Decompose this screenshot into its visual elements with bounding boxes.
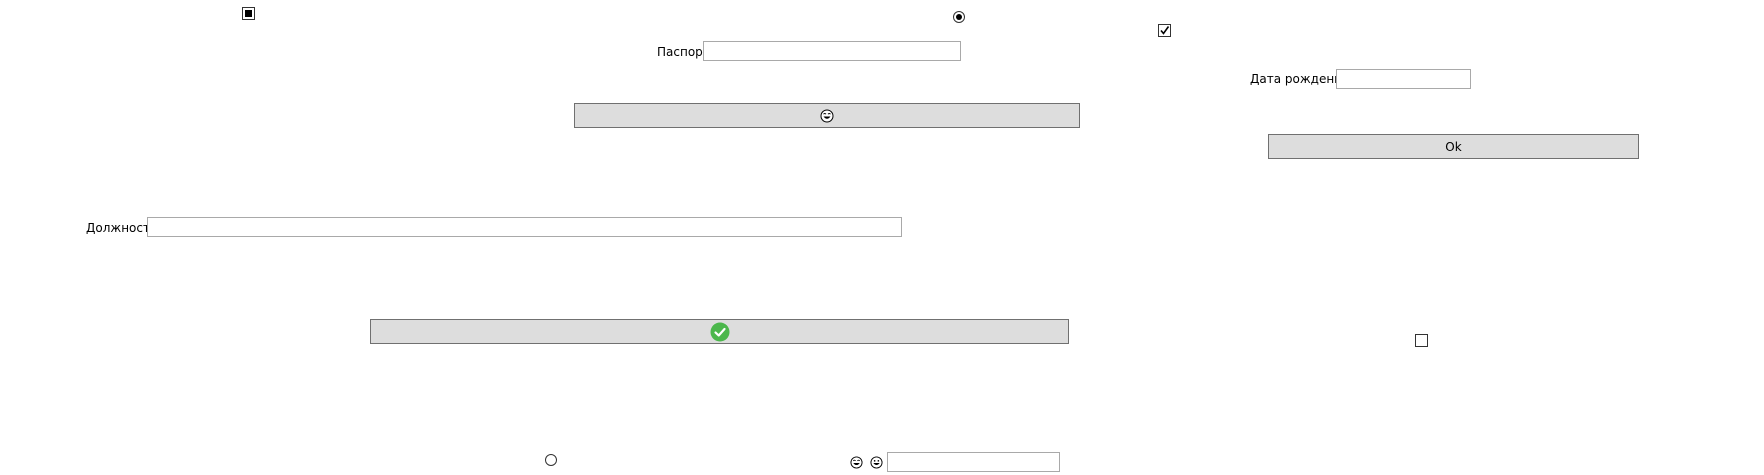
checkmark-icon — [1160, 26, 1170, 35]
emoji-button[interactable] — [574, 103, 1080, 128]
passport-input[interactable] — [703, 41, 961, 61]
confirm-button[interactable] — [370, 319, 1069, 344]
radio-dot — [956, 14, 962, 20]
checkbox-indeterminate-mark — [245, 10, 252, 17]
checkbox-checked[interactable] — [1158, 24, 1171, 37]
radio-selected[interactable] — [953, 11, 965, 23]
grinning-face-icon — [870, 456, 883, 469]
birthdate-input[interactable] — [1336, 69, 1471, 89]
radio-unselected[interactable] — [545, 454, 557, 466]
green-check-circle-icon — [710, 322, 729, 341]
laughing-face-icon — [820, 109, 834, 122]
laughing-face-icon — [850, 456, 863, 469]
checkbox-indeterminate[interactable] — [242, 7, 255, 20]
birthdate-label: Дата рождения — [1250, 72, 1350, 86]
ok-button-label: Ok — [1445, 139, 1462, 154]
checkbox-unchecked[interactable] — [1415, 334, 1428, 347]
passport-label: Паспорт — [657, 45, 710, 59]
ok-button[interactable]: Ok — [1268, 134, 1639, 159]
position-input[interactable] — [147, 217, 902, 237]
bottom-input[interactable] — [887, 452, 1060, 472]
